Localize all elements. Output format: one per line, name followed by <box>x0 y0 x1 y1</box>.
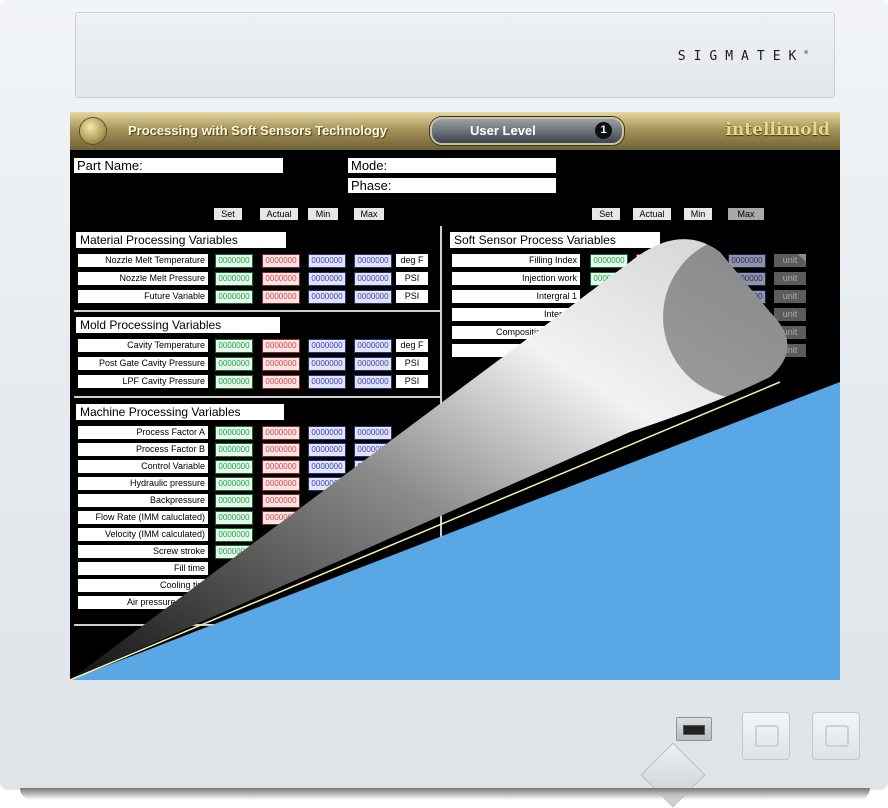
hardware-key-1[interactable] <box>742 712 790 760</box>
curl-shade <box>663 235 827 399</box>
key-icon <box>825 725 849 747</box>
monitor-bezel: SIGMATEK® Processing with Soft Sensors T… <box>0 0 888 808</box>
key-icon <box>755 725 779 747</box>
page-curl-overlay <box>70 235 840 680</box>
monitor-shadow <box>20 788 870 800</box>
brand-text: SIGMATEK <box>677 49 805 64</box>
usb-slot <box>683 725 705 735</box>
monitor-top-panel: SIGMATEK® <box>75 12 835 98</box>
brand-trademark: ® <box>804 49 808 57</box>
brand-logo: SIGMATEK® <box>678 49 808 64</box>
hmi-screen: Processing with Soft Sensors Technology … <box>70 112 840 680</box>
hardware-key-2[interactable] <box>812 712 860 760</box>
usb-port[interactable] <box>676 717 712 741</box>
